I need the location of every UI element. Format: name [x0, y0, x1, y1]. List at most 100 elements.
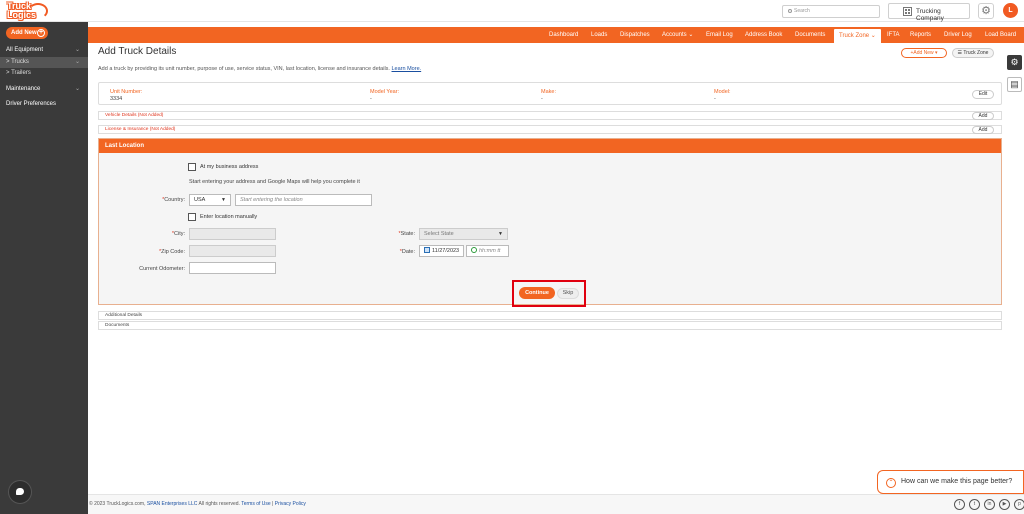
last-location-header: Last Location: [99, 139, 1001, 153]
building-icon: [903, 7, 912, 16]
learn-more-link[interactable]: Learn More.: [392, 66, 422, 72]
privacy-policy-link[interactable]: Privacy Policy: [275, 501, 306, 507]
sidebar-item-driver-preferences[interactable]: Driver Preferences: [0, 99, 88, 110]
country-label: *Country:: [162, 197, 185, 203]
feedback-text: How can we make this page better?: [901, 478, 1013, 485]
date-value: 11/27/2023: [432, 248, 460, 254]
sidebar-item-trucks[interactable]: > Trucks ⌄: [0, 57, 88, 68]
company-name: Trucking Company: [916, 8, 944, 22]
model-year-label: Model Year:: [370, 89, 400, 95]
twitter-icon[interactable]: t: [969, 499, 980, 510]
time-placeholder: hh:mm tt: [479, 248, 501, 254]
nav-truck-zone[interactable]: Truck Zone ⌄: [834, 29, 881, 43]
edit-button[interactable]: Edit: [972, 90, 994, 99]
state-select[interactable]: Select State ▼: [419, 228, 508, 240]
sidebar-item-label: Driver Preferences: [6, 101, 57, 107]
calendar-icon: [424, 247, 430, 253]
city-input[interactable]: [189, 228, 276, 240]
date-label: *Date:: [399, 249, 415, 255]
sidebar-item-label: Maintenance: [6, 86, 41, 92]
company-selector[interactable]: Trucking Company: [888, 3, 970, 22]
add-vehicle-details-button[interactable]: Add: [972, 112, 994, 120]
pinterest-icon[interactable]: p: [1014, 499, 1024, 510]
youtube-icon[interactable]: ▶: [999, 499, 1010, 510]
unit-number-value: 3334: [110, 96, 123, 102]
trucklogics-logo[interactable]: Truck Logics: [6, 2, 48, 21]
nav-accounts[interactable]: Accounts ⌄: [662, 27, 693, 43]
date-input[interactable]: 11/27/2023: [419, 245, 464, 257]
clock-icon: [471, 247, 477, 253]
sidebar-item-label: > Trailers: [6, 70, 31, 76]
footer-text: © 2023 TruckLogics.com, SPAN Enterprises…: [89, 501, 306, 507]
time-input[interactable]: hh:mm tt: [466, 245, 509, 257]
business-address-checkbox[interactable]: [188, 163, 196, 171]
nav-driver-log[interactable]: Driver Log: [944, 27, 972, 43]
facebook-icon[interactable]: f: [954, 499, 965, 510]
manual-location-checkbox[interactable]: [188, 213, 196, 221]
logo-line-2: Logics: [7, 10, 37, 20]
state-label: *State:: [398, 231, 415, 237]
chevron-down-icon: ⌄: [74, 86, 80, 92]
continue-button[interactable]: Continue: [519, 287, 555, 299]
odometer-label: Current Odometer:: [139, 266, 185, 272]
terms-of-use-link[interactable]: Terms of Use: [241, 501, 270, 507]
span-enterprises-link[interactable]: SPAN Enterprises LLC: [147, 501, 197, 507]
linkedin-icon[interactable]: in: [984, 499, 995, 510]
make-label: Make:: [541, 89, 556, 95]
gear-icon[interactable]: ⚙: [978, 3, 994, 19]
model-label: Model:: [714, 89, 731, 95]
main-nav: Dashboard Loads Dispatches Accounts ⌄ Em…: [88, 27, 1024, 43]
documents-section[interactable]: Documents: [98, 321, 1002, 330]
add-new-button[interactable]: Add New +: [6, 27, 48, 39]
notes-icon[interactable]: ▤: [1007, 77, 1022, 92]
help-icon[interactable]: ⚙: [1007, 55, 1022, 70]
country-select[interactable]: USA ▼: [189, 194, 231, 206]
country-value: USA: [194, 197, 206, 203]
chevron-up-icon: ⌃: [886, 478, 896, 488]
additional-details-section[interactable]: Additional Details: [98, 311, 1002, 320]
manual-location-label: Enter location manually: [200, 214, 258, 220]
skip-button[interactable]: Skip: [557, 288, 579, 299]
avatar[interactable]: L: [1003, 3, 1018, 18]
chat-icon[interactable]: [9, 481, 31, 503]
feedback-widget[interactable]: ⌃ How can we make this page better?: [877, 470, 1024, 494]
sidebar-item-all-equipment[interactable]: All Equipment ⌄: [0, 45, 88, 56]
add-new-dropdown-button[interactable]: +Add New ▾: [901, 48, 947, 58]
nav-reports[interactable]: Reports: [910, 27, 931, 43]
nav-documents[interactable]: Documents: [795, 27, 825, 43]
sidebar-item-trailers[interactable]: > Trailers: [0, 68, 88, 79]
subtitle-text: Add a truck by providing its unit number…: [98, 66, 390, 72]
zip-code-label: *Zip Code:: [159, 249, 185, 255]
nav-address-book[interactable]: Address Book: [745, 27, 782, 43]
search-input[interactable]: Search: [782, 5, 880, 18]
search-icon: [788, 9, 792, 13]
odometer-input[interactable]: [189, 262, 276, 274]
nav-dashboard[interactable]: Dashboard: [549, 27, 578, 43]
sidebar-item-label: All Equipment: [6, 47, 44, 53]
zip-code-input[interactable]: [189, 245, 276, 257]
city-label: *City:: [171, 231, 185, 237]
chevron-down-icon: ⌄: [74, 47, 80, 53]
add-new-label: Add New: [11, 30, 37, 36]
nav-loads[interactable]: Loads: [591, 27, 607, 43]
location-search-input[interactable]: Start entering the location: [235, 194, 372, 206]
business-address-label: At my business address: [200, 164, 259, 170]
page-title: Add Truck Details: [98, 46, 177, 57]
nav-dispatches[interactable]: Dispatches: [620, 27, 650, 43]
add-license-insurance-button[interactable]: Add: [972, 126, 994, 134]
vehicle-details-section[interactable]: Vehicle Details (Not Added): [98, 111, 1002, 120]
nav-ifta[interactable]: IFTA: [887, 27, 900, 43]
page-subtitle: Add a truck by providing its unit number…: [98, 66, 421, 72]
footer: © 2023 TruckLogics.com, SPAN Enterprises…: [88, 494, 1024, 514]
chevron-down-icon: ▼: [221, 197, 226, 203]
top-header: Truck Logics Search Trucking Company ⚙ L: [0, 0, 1024, 22]
sidebar-item-maintenance[interactable]: Maintenance ⌄: [0, 84, 88, 95]
truck-zone-button[interactable]: ☰ Truck Zone: [952, 48, 994, 58]
search-placeholder: Search: [794, 8, 810, 14]
license-insurance-section[interactable]: License & Insurance (Not Added): [98, 125, 1002, 134]
nav-email-log[interactable]: Email Log: [706, 27, 733, 43]
nav-load-board[interactable]: Load Board: [985, 27, 1016, 43]
model-value: -: [714, 96, 716, 102]
make-value: -: [541, 96, 543, 102]
chevron-down-icon: ▼: [498, 231, 503, 237]
